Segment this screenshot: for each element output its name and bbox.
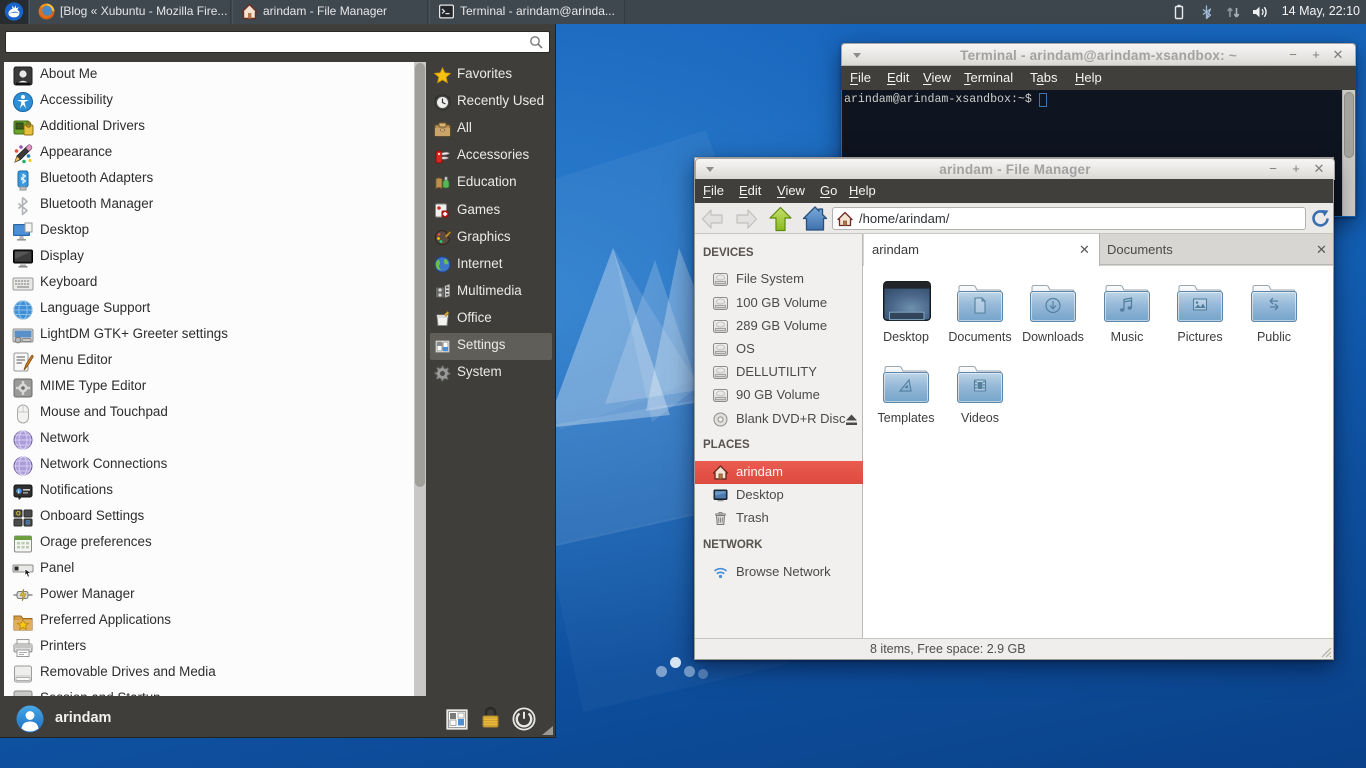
svg-text:B: B [26,520,31,526]
svg-text:O: O [16,511,21,517]
